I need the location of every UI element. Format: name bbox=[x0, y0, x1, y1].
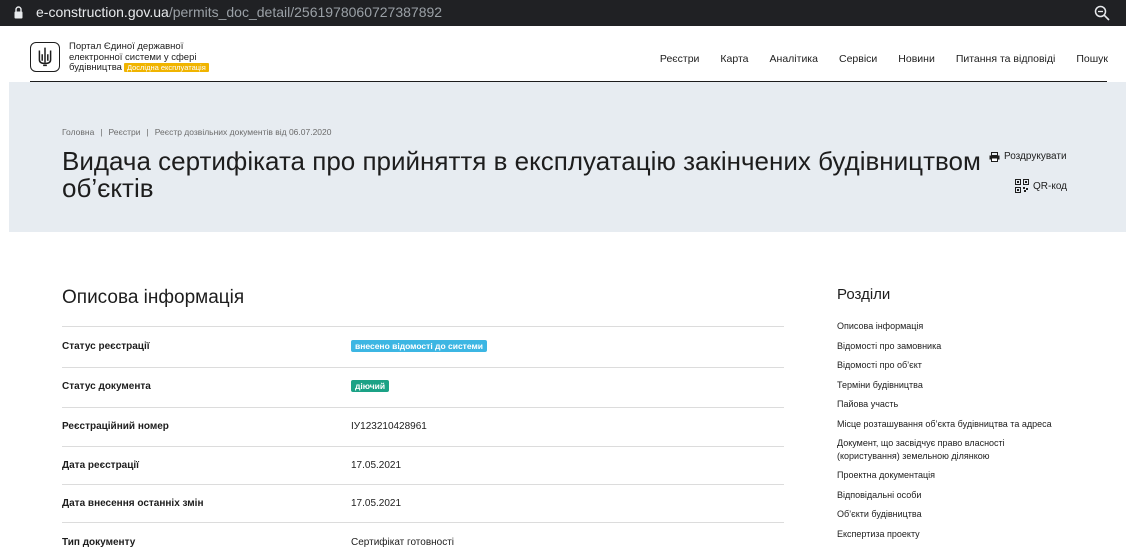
nav-item-news[interactable]: Новини bbox=[898, 53, 935, 65]
sidebar-item-responsible[interactable]: Відповідальні особи bbox=[837, 489, 1087, 502]
hero-banner: Головна | Реєстри | Реєстр дозвільних докуме… bbox=[9, 82, 1126, 232]
trial-badge: Дослідна експлуатація bbox=[123, 63, 209, 72]
qr-code-label: QR-код bbox=[1033, 180, 1067, 192]
portal-logo-text[interactable]: Портал Єдиної державної електронної сист… bbox=[69, 41, 209, 74]
breadcrumb: Головна | Реєстри | Реєстр дозвільних докуме… bbox=[62, 127, 332, 137]
nav-item-faq[interactable]: Питання та відповіді bbox=[956, 53, 1056, 65]
qr-code-icon bbox=[1015, 179, 1029, 193]
row-label: Статус документа bbox=[62, 381, 151, 392]
breadcrumb-current[interactable]: Реєстр дозвільних документів від 06.07.2… bbox=[155, 127, 332, 137]
sidebar-title: Розділи bbox=[837, 286, 891, 303]
table-row: Дата реєстрації 17.05.2021 bbox=[62, 446, 784, 484]
status-badge: внесено відомості до системи bbox=[351, 340, 487, 352]
nav-item-analytics[interactable]: Аналітика bbox=[770, 53, 818, 65]
table-row: Реєстраційний номер ІУ123210428961 bbox=[62, 407, 784, 446]
sidebar-item-land-rights[interactable]: Документ, що засвідчує право власності (… bbox=[837, 437, 1037, 462]
sidebar-item-buildings[interactable]: Об’єкти будівництва bbox=[837, 508, 1087, 521]
zoom-icon[interactable] bbox=[1094, 5, 1110, 21]
row-label: Тип документу bbox=[62, 537, 136, 548]
sidebar-item-description[interactable]: Описова інформація bbox=[837, 320, 1087, 333]
nav-item-search[interactable]: Пошук bbox=[1076, 53, 1108, 65]
url-host: e-construction.gov.ua bbox=[36, 4, 169, 20]
row-value: діючий bbox=[351, 380, 390, 392]
sections-sidebar: Описова інформація Відомості про замовни… bbox=[837, 320, 1087, 540]
address-url[interactable]: e-construction.gov.ua/permits_doc_detail… bbox=[36, 4, 442, 20]
row-label: Статус реєстрації bbox=[62, 341, 150, 352]
sidebar-item-project-docs[interactable]: Проектна документація bbox=[837, 469, 1087, 482]
row-value: 17.05.2021 bbox=[351, 498, 402, 509]
table-row: Дата внесення останніх змін 17.05.2021 bbox=[62, 484, 784, 522]
table-row: Статус реєстрації внесено відомості до с… bbox=[62, 326, 784, 367]
breadcrumb-home[interactable]: Головна bbox=[62, 127, 94, 137]
print-label: Роздрукувати bbox=[1004, 151, 1067, 162]
url-path: /permits_doc_detail/2561978060727387892 bbox=[168, 4, 443, 20]
sidebar-item-location[interactable]: Місце розташування об’єкта будівництва т… bbox=[837, 418, 1087, 431]
site-header: Портал Єдиної державної електронної сист… bbox=[0, 26, 1126, 82]
sidebar-item-share[interactable]: Пайова участь bbox=[837, 398, 1087, 411]
nav-item-registries[interactable]: Реєстри bbox=[660, 53, 700, 65]
print-button[interactable]: Роздрукувати bbox=[989, 151, 1067, 162]
qr-code-button[interactable]: QR-код bbox=[1015, 179, 1067, 193]
status-badge: діючий bbox=[351, 380, 390, 392]
row-label: Реєстраційний номер bbox=[62, 421, 169, 432]
breadcrumb-separator: | bbox=[100, 127, 103, 137]
lock-icon bbox=[14, 6, 23, 19]
browser-address-bar[interactable]: e-construction.gov.ua/permits_doc_detail… bbox=[0, 0, 1126, 26]
table-row: Статус документа діючий bbox=[62, 367, 784, 407]
breadcrumb-separator: | bbox=[146, 127, 149, 137]
main-nav: Реєстри Карта Аналітика Сервіси Новини П… bbox=[639, 53, 1108, 65]
trident-emblem-icon[interactable] bbox=[30, 42, 60, 72]
row-value: ІУ123210428961 bbox=[351, 421, 427, 432]
page-title: Видача сертифіката про прийняття в експл… bbox=[62, 146, 981, 203]
sidebar-item-customer[interactable]: Відомості про замовника bbox=[837, 340, 1087, 353]
row-value: Сертифікат готовності bbox=[351, 537, 455, 548]
row-label: Дата внесення останніх змін bbox=[62, 498, 204, 509]
section-title: Описова інформація bbox=[62, 287, 245, 308]
sidebar-item-expertise[interactable]: Експертиза проекту bbox=[837, 528, 1087, 541]
row-value: 17.05.2021 bbox=[351, 460, 402, 471]
logo-line: будівництва bbox=[69, 62, 122, 73]
sidebar-item-object[interactable]: Відомості про об’єкт bbox=[837, 359, 1087, 372]
sidebar-item-terms[interactable]: Терміни будівництва bbox=[837, 379, 1087, 392]
row-label: Дата реєстрації bbox=[62, 460, 139, 471]
nav-item-services[interactable]: Сервіси bbox=[839, 53, 877, 65]
row-value: внесено відомості до системи bbox=[351, 340, 487, 352]
logo-line: Портал Єдиної державної bbox=[69, 41, 184, 52]
info-table: Статус реєстрації внесено відомості до с… bbox=[62, 326, 784, 553]
printer-icon bbox=[989, 151, 1000, 162]
nav-item-map[interactable]: Карта bbox=[720, 53, 748, 65]
breadcrumb-registries[interactable]: Реєстри bbox=[109, 127, 141, 137]
